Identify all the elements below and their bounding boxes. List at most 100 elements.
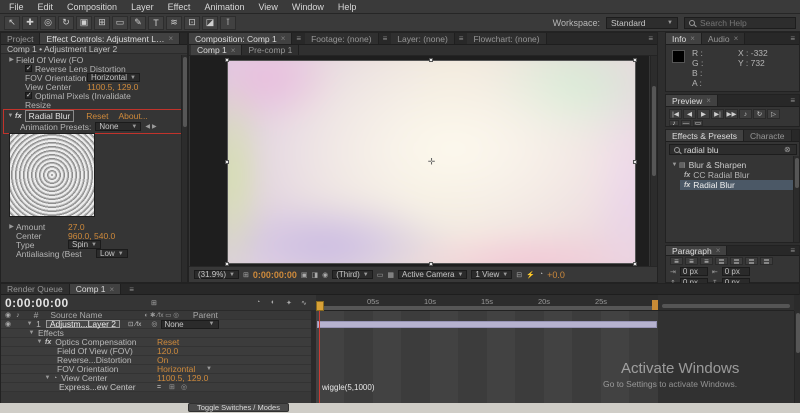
motion-blur-icon[interactable]: ✦ [286,299,292,307]
tab-render-queue[interactable]: Render Queue [1,284,70,294]
scrollbar-thumb[interactable] [795,158,799,188]
timeline-navigator[interactable] [658,295,794,311]
tree-item-cc-radial-blur[interactable]: fx CC Radial Blur [684,170,795,180]
fast-previews-icon[interactable]: ⚡ [526,271,535,279]
effects-search-input[interactable] [684,144,780,155]
close-icon[interactable]: × [716,246,721,255]
indent-right-field[interactable]: 0 px [721,267,750,276]
type-tool-icon[interactable]: T [148,15,164,30]
align-right-icon[interactable]: ≡ [700,257,713,266]
effect-controls-scrollbar[interactable] [181,55,187,282]
pickwhip-icon[interactable]: ◎ [151,320,157,328]
help-search-box[interactable] [684,16,796,29]
close-icon[interactable]: × [690,34,695,43]
pen-tool-icon[interactable]: ✎ [130,15,146,30]
comp-mini-icon[interactable]: ⊞ [151,299,157,307]
preset-prev-icon[interactable]: ◀ [145,123,150,130]
close-icon[interactable]: × [281,34,286,43]
tab-paragraph[interactable]: Paragraph × [666,246,728,256]
viewer-tab-comp1[interactable]: Comp 1 × [191,45,243,55]
parent-column-label[interactable]: Parent [193,310,218,320]
navigator-handle[interactable] [662,304,790,308]
view-center-row[interactable]: ▼ ◔ View Center 1100.5, 129.0 [1,373,311,383]
audio-button[interactable]: ♪ [739,109,752,119]
panel-menu-icon[interactable]: ≡ [292,33,305,44]
tab-layer[interactable]: Layer: (none) [391,33,455,44]
justify-last-left-icon[interactable]: ≣ [715,257,728,266]
last-frame-button[interactable]: ▶▶ [725,109,738,119]
menu-view[interactable]: View [251,1,284,13]
brush-tool-icon[interactable]: ≋ [166,15,182,30]
layer-duration-bar[interactable] [317,321,657,328]
time-ruler[interactable]: 05s 10s 15s 20s 25s [316,295,658,311]
effects-search-box[interactable]: ⊗ [669,144,797,155]
close-icon[interactable]: × [110,285,115,294]
expander-icon[interactable]: ▼ [25,321,34,327]
mask-tool-icon[interactable]: ▭ [112,15,128,30]
menu-layer[interactable]: Layer [124,1,161,13]
expander-icon[interactable]: ▼ [6,113,15,119]
panel-menu-icon[interactable]: ≡ [455,33,468,44]
timeline-button-icon[interactable]: ◔ [539,271,543,278]
grid-guides-icon[interactable]: ⊞ [243,271,249,279]
antialiasing-dropdown[interactable]: Low ▼ [96,249,128,258]
close-icon[interactable]: × [168,34,173,43]
menu-composition[interactable]: Composition [60,1,124,13]
next-frame-button[interactable]: ▶| [711,109,724,119]
camera-dropdown[interactable]: Active Camera ▼ [398,270,468,279]
reset-link[interactable]: Reset [86,111,108,121]
tab-preview[interactable]: Preview × [666,95,718,106]
animation-presets-dropdown[interactable]: None ▼ [95,122,142,131]
tab-effect-controls[interactable]: Effect Controls: Adjustment Layer 2 × [40,33,181,44]
tree-item-radial-blur[interactable]: fx Radial Blur [680,180,795,190]
center-value[interactable]: 960.0, 540.0 [68,231,115,241]
first-frame-button[interactable]: |◀ [669,109,682,119]
expander-icon[interactable]: ▶ [7,56,16,63]
panel-menu-icon[interactable]: ≡ [786,95,799,106]
parent-dropdown[interactable]: None ▼ [160,319,219,329]
expression-graph-icon[interactable]: ⊞ [169,383,175,391]
tab-flowchart[interactable]: Flowchart: (none) [467,33,547,44]
zoom-dropdown[interactable]: (31.9%) ▼ [194,270,239,279]
optics-compensation-row[interactable]: ▼ fx Optics Compensation Reset [1,337,311,347]
layer-name[interactable]: Adjustm...Layer 2 [45,319,120,329]
anchor-crosshair-icon[interactable]: ✛ [427,157,436,167]
shy-icon[interactable]: ◔ [256,299,260,306]
composition-scrollbar[interactable] [650,56,657,266]
show-snapshot-icon[interactable]: ◨ [312,271,319,279]
exposure-value[interactable]: +0.0 [547,270,565,280]
scrollbar-thumb[interactable] [652,86,656,176]
camera-tool-icon[interactable]: ▣ [76,15,92,30]
help-search-input[interactable] [700,17,786,28]
selection-tool-icon[interactable]: ↖ [4,15,20,30]
puppet-pin-tool-icon[interactable]: ⊺ [220,15,236,30]
eraser-tool-icon[interactable]: ◪ [202,15,218,30]
stopwatch-icon[interactable]: ◔ [53,375,57,382]
pan-behind-tool-icon[interactable]: ⊞ [94,15,110,30]
eye-icon[interactable]: ◉ [5,320,11,328]
indent-left-field[interactable]: 0 px [679,267,708,276]
selection-handle[interactable] [633,58,637,62]
close-icon[interactable]: × [706,96,711,105]
checkbox-icon[interactable]: ✓ [25,65,32,72]
fov-orientation-row[interactable]: FOV Orientation Horizontal ▼ [1,364,311,374]
reverse-distortion-row[interactable]: Reverse...Distortion On [1,355,311,365]
fov-row[interactable]: Field Of View (FOV) 120.0 [1,346,311,356]
close-icon[interactable]: × [734,34,739,43]
clear-search-icon[interactable]: ⊗ [784,145,791,154]
radial-blur-preview[interactable] [9,133,95,217]
rotation-tool-icon[interactable]: ↻ [58,15,74,30]
workspace-dropdown[interactable]: Standard ▼ [606,16,678,29]
tab-footage[interactable]: Footage: (none) [305,33,379,44]
work-area-bar[interactable] [316,306,658,310]
align-center-icon[interactable]: ≡ [685,257,698,266]
justify-last-center-icon[interactable]: ≣ [730,257,743,266]
tree-folder-blur-sharpen[interactable]: ▼ ▤ Blur & Sharpen [670,160,795,170]
close-icon[interactable]: × [231,46,236,55]
zoom-tool-icon[interactable]: ◎ [40,15,56,30]
menu-edit[interactable]: Edit [31,1,61,13]
selection-handle[interactable] [225,58,229,62]
eye-icon[interactable]: ◉ [5,311,11,319]
transparency-grid-icon[interactable]: ▦ [387,271,394,279]
selection-handle[interactable] [429,58,433,62]
